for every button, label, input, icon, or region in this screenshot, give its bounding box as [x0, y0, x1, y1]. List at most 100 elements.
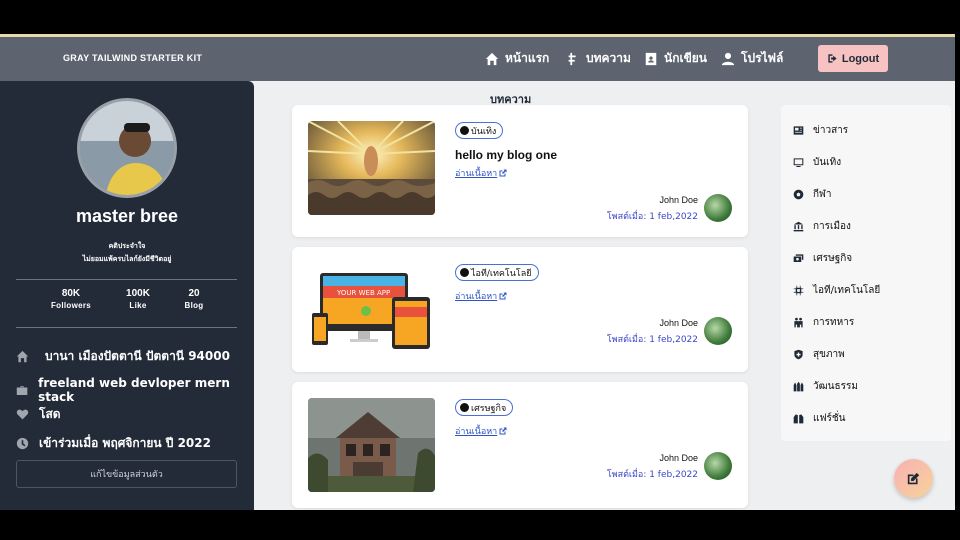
- post-title[interactable]: hello my blog one: [455, 148, 557, 162]
- app-window: GRAY TAILWIND STARTER KIT หน้าแรก บทความ…: [0, 34, 955, 510]
- category-badge-label: บันเทิง: [471, 126, 497, 137]
- divider: [16, 279, 237, 280]
- read-more-label: อ่านเนื้อหา: [455, 292, 498, 302]
- nav-profile[interactable]: โปรไฟล์: [721, 49, 783, 68]
- nav-articles[interactable]: บทความ: [566, 49, 631, 68]
- read-more-link[interactable]: อ่านเนื้อหา: [455, 424, 507, 438]
- divider: [16, 327, 237, 328]
- post-image[interactable]: [308, 121, 435, 215]
- category-badge-label: ไอที/เทคโนโลยี: [471, 268, 532, 279]
- category-item-health[interactable]: สุขภาพ: [793, 347, 845, 362]
- navbar: GRAY TAILWIND STARTER KIT หน้าแรก บทความ…: [0, 37, 955, 81]
- info-address: บานา เมืองปัตตานี ปัตตานี 94000: [16, 347, 230, 366]
- profile-motto-label: คติประจำใจ: [108, 242, 146, 250]
- author-name: John Doe: [659, 195, 698, 205]
- category-label: เศรษฐกิจ: [813, 253, 853, 264]
- stat-value: 80K: [61, 288, 81, 299]
- author-name: John Doe: [659, 318, 698, 328]
- logout-button[interactable]: Logout: [818, 45, 888, 72]
- category-badge[interactable]: ไอที/เทคโนโลยี: [455, 264, 539, 281]
- dot-icon: [460, 268, 469, 277]
- read-more-label: อ่านเนื้อหา: [455, 427, 498, 437]
- category-label: การทหาร: [813, 317, 855, 328]
- nav-articles-label: บทความ: [586, 51, 631, 65]
- category-item-economy[interactable]: เศรษฐกิจ: [793, 251, 852, 266]
- read-more-link[interactable]: อ่านเนื้อหา: [455, 166, 507, 180]
- logout-label: Logout: [841, 52, 880, 65]
- post-date: โพสต์เมื่อ: 1 feb,2022: [606, 212, 698, 222]
- author-name: John Doe: [659, 453, 698, 463]
- info-status-text: โสด: [39, 407, 61, 421]
- clock-icon: [16, 437, 29, 450]
- stat-label: Followers: [50, 301, 92, 310]
- post-meta: John Doe โพสต์เมื่อ: 1 feb,2022: [607, 318, 698, 346]
- stat-followers: 80K Followers: [41, 288, 101, 310]
- edit-profile-button[interactable]: แก้ไขข้อมูลส่วนตัว: [16, 460, 237, 488]
- post-meta: John Doe โพสต์เมื่อ: 1 feb,2022: [607, 195, 698, 223]
- info-job: freeland web devloper mern stack: [16, 376, 254, 404]
- category-badge-label: เศรษฐกิจ: [471, 403, 507, 414]
- home-icon: [16, 350, 29, 363]
- nav-writers[interactable]: นักเขียน: [644, 49, 707, 68]
- stat-label: Like: [129, 301, 147, 310]
- category-badge[interactable]: บันเทิง: [455, 122, 504, 139]
- chip-icon: [793, 285, 804, 296]
- nav-profile-label: โปรไฟล์: [741, 51, 784, 65]
- category-item-entertainment[interactable]: บันเทิง: [793, 155, 841, 170]
- heart-icon: [16, 409, 29, 420]
- nav-writers-label: นักเขียน: [664, 51, 708, 65]
- category-item-it[interactable]: ไอที/เทคโนโลยี: [793, 283, 880, 298]
- category-item-fashion[interactable]: แฟร์ชั่น: [793, 411, 846, 426]
- post-meta: John Doe โพสต์เมื่อ: 1 feb,2022: [607, 453, 698, 481]
- external-link-icon: [499, 292, 507, 300]
- home-icon: [485, 52, 499, 65]
- dot-icon: [460, 403, 469, 412]
- culture-icon: [793, 381, 804, 392]
- stat-like: 100K Like: [108, 288, 168, 310]
- landmark-icon: [793, 221, 804, 232]
- soldiers-icon: [794, 317, 803, 328]
- post-card[interactable]: เศรษฐกิจ อ่านเนื้อหา John Doe โพสต์เมื่อ…: [292, 382, 748, 508]
- logout-icon: [828, 54, 837, 63]
- profile-motto: ไม่ยอมแพ้ครบไลก์ยังมีชีวิตอยู่: [82, 255, 172, 263]
- author-avatar[interactable]: [704, 194, 732, 222]
- tv-icon: [793, 158, 804, 167]
- category-label: บันเทิง: [813, 157, 842, 168]
- dot-icon: [460, 126, 469, 135]
- category-label: ไอที/เทคโนโลยี: [813, 285, 881, 296]
- post-image[interactable]: YOUR WEB APP: [308, 263, 435, 357]
- stat-value: 20: [188, 288, 200, 299]
- author-avatar[interactable]: [704, 317, 732, 345]
- info-address-text: บานา เมืองปัตตานี ปัตตานี 94000: [45, 349, 230, 363]
- category-label: กีฬา: [813, 189, 832, 200]
- edit-icon: [907, 472, 920, 485]
- fashion-icon: [793, 414, 804, 424]
- info-status: โสด: [16, 405, 61, 424]
- post-card[interactable]: YOUR WEB APP ไอที/เทคโนโลยี อ่านเนื้อหา …: [292, 247, 748, 372]
- category-item-culture[interactable]: วัฒนธรรม: [793, 379, 858, 394]
- create-post-button[interactable]: [894, 459, 933, 498]
- writer-icon: [645, 52, 657, 65]
- category-badge[interactable]: เศรษฐกิจ: [455, 399, 514, 416]
- ball-icon: [793, 189, 804, 200]
- post-card[interactable]: บันเทิง hello my blog one อ่านเนื้อหา Jo…: [292, 105, 748, 237]
- article-icon: [568, 52, 576, 65]
- post-image[interactable]: [308, 398, 435, 492]
- external-link-icon: [499, 169, 507, 177]
- money-icon: [793, 254, 804, 262]
- brand-title[interactable]: GRAY TAILWIND STARTER KIT: [63, 53, 202, 63]
- category-item-military[interactable]: การทหาร: [793, 315, 854, 330]
- user-icon: [721, 52, 735, 65]
- stat-blog: 20 Blog: [164, 288, 224, 310]
- read-more-link[interactable]: อ่านเนื้อหา: [455, 289, 507, 303]
- nav-home-label: หน้าแรก: [505, 51, 550, 65]
- category-label: การเมือง: [813, 221, 851, 232]
- category-item-politics[interactable]: การเมือง: [793, 219, 851, 234]
- read-more-label: อ่านเนื้อหา: [455, 169, 498, 179]
- category-item-sports[interactable]: กีฬา: [793, 187, 832, 202]
- category-item-news[interactable]: ข่าวสาร: [793, 123, 848, 138]
- nav-home[interactable]: หน้าแรก: [485, 49, 549, 68]
- external-link-icon: [499, 427, 507, 435]
- author-avatar[interactable]: [704, 452, 732, 480]
- web-app-text: YOUR WEB APP: [336, 289, 390, 297]
